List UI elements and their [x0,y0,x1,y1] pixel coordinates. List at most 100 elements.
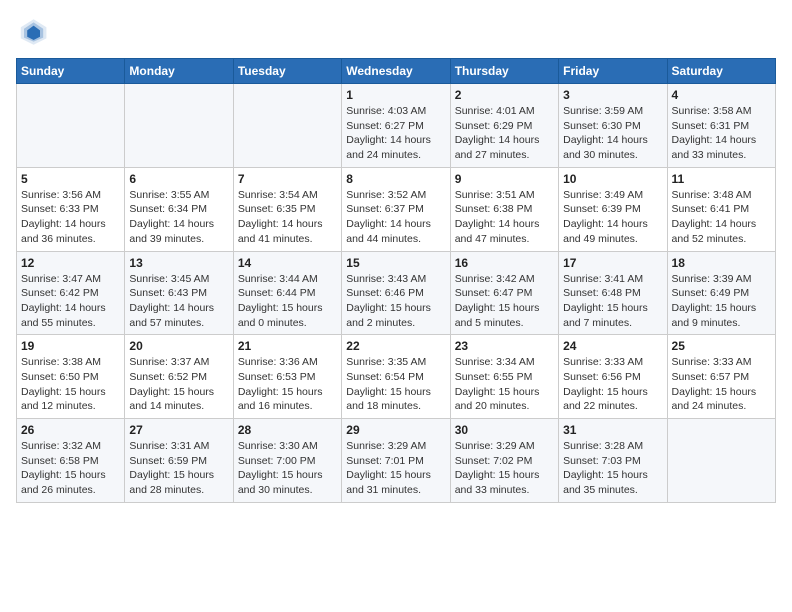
calendar-cell [233,84,341,168]
calendar-cell: 20 Sunrise: 3:37 AMSunset: 6:52 PMDayligh… [125,335,233,419]
calendar-cell: 24 Sunrise: 3:33 AMSunset: 6:56 PMDayligh… [559,335,667,419]
day-number: 14 [238,256,337,270]
day-info: Sunrise: 3:37 AMSunset: 6:52 PMDaylight:… [129,355,228,414]
day-info: Sunrise: 3:34 AMSunset: 6:55 PMDaylight:… [455,355,554,414]
day-info: Sunrise: 3:51 AMSunset: 6:38 PMDaylight:… [455,188,554,247]
day-number: 1 [346,88,445,102]
day-info: Sunrise: 3:39 AMSunset: 6:49 PMDaylight:… [672,272,771,331]
calendar-cell: 29 Sunrise: 3:29 AMSunset: 7:01 PMDayligh… [342,419,450,503]
calendar-cell: 30 Sunrise: 3:29 AMSunset: 7:02 PMDayligh… [450,419,558,503]
day-header-wednesday: Wednesday [342,59,450,84]
calendar-cell: 16Sunrise: 3:42 AMSunset: 6:47 PMDayligh… [450,251,558,335]
calendar-cell: 26Sunrise: 3:32 AMSunset: 6:58 PMDayligh… [17,419,125,503]
day-number: 10 [563,172,662,186]
day-number: 31 [563,423,662,437]
calendar-cell: 17Sunrise: 3:41 AMSunset: 6:48 PMDayligh… [559,251,667,335]
calendar-cell: 31 Sunrise: 3:28 AMSunset: 7:03 PMDayligh… [559,419,667,503]
week-row-3: 12Sunrise: 3:47 AMSunset: 6:42 PMDayligh… [17,251,776,335]
day-number: 30 [455,423,554,437]
calendar-cell [667,419,775,503]
day-info: Sunrise: 3:33 AMSunset: 6:56 PMDaylight:… [563,355,662,414]
calendar-cell: 27 Sunrise: 3:31 AMSunset: 6:59 PMDayligh… [125,419,233,503]
page-container: SundayMondayTuesdayWednesdayThursdayFrid… [0,0,792,513]
day-number: 22 [346,339,445,353]
calendar-cell: 8Sunrise: 3:52 AMSunset: 6:37 PMDaylight… [342,167,450,251]
day-info: Sunrise: 3:54 AMSunset: 6:35 PMDaylight:… [238,188,337,247]
day-number: 27 [129,423,228,437]
calendar-body: 1 Sunrise: 4:03 AMSunset: 6:27 PMDaylight… [17,84,776,503]
day-info: Sunrise: 3:47 AMSunset: 6:42 PMDaylight:… [21,272,120,331]
day-info: Sunrise: 3:29 AMSunset: 7:01 PMDaylight:… [346,439,445,498]
day-info: Sunrise: 3:45 AMSunset: 6:43 PMDaylight:… [129,272,228,331]
logo [16,16,52,48]
week-row-4: 19 Sunrise: 3:38 AMSunset: 6:50 PMDayligh… [17,335,776,419]
calendar-cell: 4 Sunrise: 3:58 AMSunset: 6:31 PMDaylight… [667,84,775,168]
calendar-cell: 25Sunrise: 3:33 AMSunset: 6:57 PMDayligh… [667,335,775,419]
day-number: 9 [455,172,554,186]
day-header-sunday: Sunday [17,59,125,84]
calendar-table: SundayMondayTuesdayWednesdayThursdayFrid… [16,58,776,503]
day-info: Sunrise: 3:49 AMSunset: 6:39 PMDaylight:… [563,188,662,247]
calendar-cell: 6 Sunrise: 3:55 AMSunset: 6:34 PMDaylight… [125,167,233,251]
day-number: 15 [346,256,445,270]
day-info: Sunrise: 3:48 AMSunset: 6:41 PMDaylight:… [672,188,771,247]
day-info: Sunrise: 3:58 AMSunset: 6:31 PMDaylight:… [672,104,771,163]
day-number: 24 [563,339,662,353]
day-number: 26 [21,423,120,437]
day-info: Sunrise: 3:28 AMSunset: 7:03 PMDaylight:… [563,439,662,498]
calendar-cell: 13 Sunrise: 3:45 AMSunset: 6:43 PMDayligh… [125,251,233,335]
calendar-cell: 5 Sunrise: 3:56 AMSunset: 6:33 PMDaylight… [17,167,125,251]
logo-icon [16,16,48,48]
day-header-monday: Monday [125,59,233,84]
calendar-cell: 21Sunrise: 3:36 AMSunset: 6:53 PMDayligh… [233,335,341,419]
calendar-cell: 23 Sunrise: 3:34 AMSunset: 6:55 PMDayligh… [450,335,558,419]
day-info: Sunrise: 3:56 AMSunset: 6:33 PMDaylight:… [21,188,120,247]
calendar-cell: 9 Sunrise: 3:51 AMSunset: 6:38 PMDaylight… [450,167,558,251]
calendar-cell: 19 Sunrise: 3:38 AMSunset: 6:50 PMDayligh… [17,335,125,419]
day-info: Sunrise: 3:31 AMSunset: 6:59 PMDaylight:… [129,439,228,498]
header-row: SundayMondayTuesdayWednesdayThursdayFrid… [17,59,776,84]
day-info: Sunrise: 3:52 AMSunset: 6:37 PMDaylight:… [346,188,445,247]
day-number: 19 [21,339,120,353]
calendar-cell [17,84,125,168]
day-header-saturday: Saturday [667,59,775,84]
day-info: Sunrise: 3:30 AMSunset: 7:00 PMDaylight:… [238,439,337,498]
day-info: Sunrise: 3:44 AMSunset: 6:44 PMDaylight:… [238,272,337,331]
week-row-2: 5 Sunrise: 3:56 AMSunset: 6:33 PMDaylight… [17,167,776,251]
day-number: 13 [129,256,228,270]
day-number: 23 [455,339,554,353]
day-number: 11 [672,172,771,186]
day-number: 28 [238,423,337,437]
day-number: 20 [129,339,228,353]
calendar-cell: 15 Sunrise: 3:43 AMSunset: 6:46 PMDayligh… [342,251,450,335]
day-number: 2 [455,88,554,102]
calendar-cell: 7 Sunrise: 3:54 AMSunset: 6:35 PMDaylight… [233,167,341,251]
calendar-cell: 14 Sunrise: 3:44 AMSunset: 6:44 PMDayligh… [233,251,341,335]
day-info: Sunrise: 3:33 AMSunset: 6:57 PMDaylight:… [672,355,771,414]
day-info: Sunrise: 3:59 AMSunset: 6:30 PMDaylight:… [563,104,662,163]
day-number: 3 [563,88,662,102]
day-info: Sunrise: 3:35 AMSunset: 6:54 PMDaylight:… [346,355,445,414]
calendar-cell: 28 Sunrise: 3:30 AMSunset: 7:00 PMDayligh… [233,419,341,503]
day-number: 18 [672,256,771,270]
day-number: 7 [238,172,337,186]
calendar-cell: 10 Sunrise: 3:49 AMSunset: 6:39 PMDayligh… [559,167,667,251]
day-number: 17 [563,256,662,270]
day-number: 5 [21,172,120,186]
day-info: Sunrise: 3:29 AMSunset: 7:02 PMDaylight:… [455,439,554,498]
calendar-cell: 1 Sunrise: 4:03 AMSunset: 6:27 PMDaylight… [342,84,450,168]
day-number: 29 [346,423,445,437]
day-info: Sunrise: 3:38 AMSunset: 6:50 PMDaylight:… [21,355,120,414]
week-row-1: 1 Sunrise: 4:03 AMSunset: 6:27 PMDaylight… [17,84,776,168]
day-info: Sunrise: 3:55 AMSunset: 6:34 PMDaylight:… [129,188,228,247]
page-header [16,16,776,48]
calendar-cell: 2 Sunrise: 4:01 AMSunset: 6:29 PMDaylight… [450,84,558,168]
day-number: 6 [129,172,228,186]
calendar-header: SundayMondayTuesdayWednesdayThursdayFrid… [17,59,776,84]
day-info: Sunrise: 3:42 AMSunset: 6:47 PMDaylight:… [455,272,554,331]
day-number: 4 [672,88,771,102]
day-info: Sunrise: 3:43 AMSunset: 6:46 PMDaylight:… [346,272,445,331]
day-info: Sunrise: 4:03 AMSunset: 6:27 PMDaylight:… [346,104,445,163]
calendar-cell: 12Sunrise: 3:47 AMSunset: 6:42 PMDayligh… [17,251,125,335]
day-info: Sunrise: 4:01 AMSunset: 6:29 PMDaylight:… [455,104,554,163]
